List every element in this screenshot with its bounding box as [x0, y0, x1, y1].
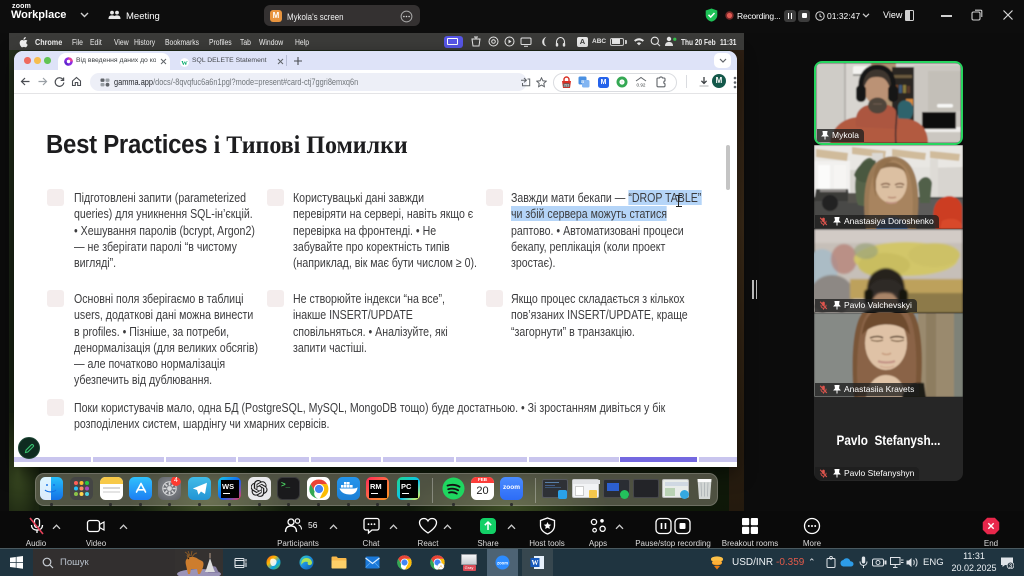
- svg-text:W: W: [532, 559, 539, 567]
- svg-text:zoom: zoom: [497, 561, 508, 566]
- svg-text:283: 283: [564, 83, 570, 87]
- svg-text:0.92: 0.92: [637, 83, 646, 88]
- svg-text:W: W: [181, 59, 188, 66]
